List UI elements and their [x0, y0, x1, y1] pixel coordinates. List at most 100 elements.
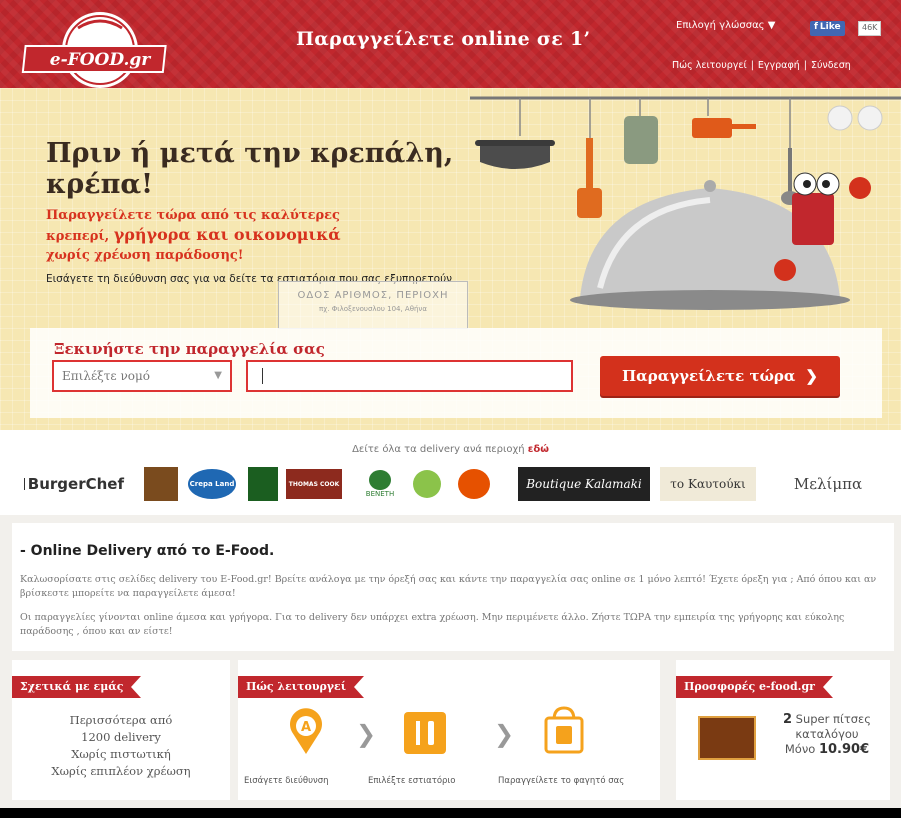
delivery-by-area-link[interactable]: εδώ	[528, 444, 549, 455]
hero-subtitle: Παραγγείλετε τώρα από τις καλύτερες κρεπ…	[46, 206, 406, 265]
hero-subtitle-line: χωρίς χρέωση παράδοσης!	[46, 248, 244, 263]
hero-subtitle-text: κρεπερί,	[46, 229, 114, 244]
pot-icon	[480, 144, 550, 169]
tooltip-format: ΟΔΟΣ ΑΡΙΘΜΟΣ, ΠΕΡΙΟΧΗ	[297, 290, 449, 301]
hero-title: Πριν ή μετά την κρεπάλη, κρέπα!	[46, 138, 466, 200]
hero-title-line: Πριν ή μετά την κρεπάλη,	[46, 138, 454, 169]
intro-section: - Online Delivery από το E-Food. Καλωσορ…	[12, 523, 894, 651]
hero-subtitle-line: κρεπερί, γρήγορα και οικονομικά	[46, 225, 406, 246]
about-line: Χωρίς επιπλέον χρέωση	[51, 764, 191, 778]
order-now-button[interactable]: Παραγγείλετε τώρα ❯	[600, 356, 840, 396]
efood-logo[interactable]: e-FOOD.gr	[20, 4, 180, 92]
chevron-right-icon: ❯	[494, 720, 515, 748]
header: e-FOOD.gr Παραγγείλετε online σε 1’ Επιλ…	[0, 0, 901, 88]
hero-title-line: κρέπα!	[46, 169, 153, 200]
brand-logo-kaftouki[interactable]: το Καυτούκι	[660, 467, 756, 501]
step-label: Επιλέξτε εστιατόριο	[368, 776, 456, 786]
offer-line: 2 Super πίτσες	[772, 712, 882, 727]
how-it-works-panel: Πώς λειτουργεί A ❯ ❯ Εισάγετε διεύθυνση …	[238, 660, 660, 800]
how-it-works-link[interactable]: Πώς λειτουργεί	[672, 60, 747, 71]
intro-title: - Online Delivery από το E-Food.	[20, 543, 275, 559]
about-text: Περισσότερα από 1200 delivery Χωρίς πιστ…	[12, 712, 230, 780]
delivery-by-area: Δείτε όλα τα delivery ανά περιοχή εδώ	[0, 444, 901, 455]
pizza-offer-image[interactable]	[698, 716, 756, 760]
chevron-right-icon: ❯	[805, 367, 818, 385]
brand-logo[interactable]	[410, 467, 444, 501]
about-line: Περισσότερα από	[69, 713, 173, 727]
top-links: Πώς λειτουργεί | Εγγραφή | Σύνδεση	[672, 60, 851, 71]
apple-icon	[827, 105, 853, 131]
hero-subtitle-highlight: γρήγορα και οικονομικά	[113, 225, 341, 244]
link-separator: |	[803, 60, 807, 71]
page: e-FOOD.gr Παραγγείλετε online σε 1’ Επιλ…	[0, 0, 901, 818]
delivery-by-area-text: Δείτε όλα τα delivery ανά περιοχή	[352, 444, 528, 455]
offer-count: 2	[782, 712, 793, 727]
offer-line-text: Μόνο	[784, 742, 819, 756]
svg-text:e-FOOD.gr: e-FOOD.gr	[50, 50, 151, 70]
offers-panel: Προσφορές e-food.gr 2 Super πίτσες καταλ…	[676, 660, 890, 800]
android-icon	[857, 105, 883, 131]
step-label: Παραγγείλετε το φαγητό σας	[498, 776, 625, 786]
link-separator: |	[750, 60, 754, 71]
brand-logo[interactable]	[454, 467, 494, 501]
brand-name: THOMAS COOK	[286, 469, 342, 499]
svg-text:A: A	[301, 720, 311, 735]
offers-title: Προσφορές e-food.gr	[676, 676, 833, 698]
brand-logo-melimpa[interactable]: Μελίμπα	[766, 467, 890, 501]
county-select-value: Επιλέξτε νομό	[62, 369, 150, 383]
header-tagline: Παραγγείλετε online σε 1’	[296, 28, 591, 50]
language-selector[interactable]: Επιλογή γλώσσας ▼	[676, 20, 775, 31]
intro-paragraph: Καλωσορίσατε στις σελίδες delivery του E…	[20, 574, 877, 599]
order-form-label: Ξεκινήστε την παραγγελία σας	[54, 340, 325, 358]
order-form: Ξεκινήστε την παραγγελία σας Επιλέξτε νο…	[30, 328, 882, 418]
bottom-bar	[0, 808, 901, 818]
brand-name: Μελίμπα	[793, 475, 863, 493]
about-panel: Σχετικά με εμάς Περισσότερα από 1200 del…	[12, 660, 230, 800]
order-now-label: Παραγγείλετε τώρα	[622, 367, 796, 385]
mascot-icon	[792, 193, 834, 245]
brand-logo-thomascook[interactable]: THOMAS COOK	[285, 467, 343, 501]
offer-line-text: Super πίτσες	[792, 712, 872, 726]
brand-logo-boutique-kalamaki[interactable]: Boutique Kalamaki	[518, 467, 650, 501]
brands-strip: Δείτε όλα τα delivery ανά περιοχή εδώ Bu…	[0, 430, 901, 515]
brand-logo[interactable]	[248, 467, 278, 501]
offer-line: καταλόγου	[795, 727, 859, 741]
brand-logo-burgerchef[interactable]: BurgerChef	[24, 467, 124, 501]
chevron-right-icon: ❯	[356, 720, 377, 748]
brand-logo-crepaland[interactable]: Crepa Land	[186, 467, 238, 501]
address-input[interactable]	[246, 360, 573, 392]
step-label: Εισάγετε διεύθυνση	[244, 776, 329, 786]
location-pin-icon: A	[290, 708, 322, 754]
brand-logo[interactable]	[144, 467, 178, 501]
shopping-bag-icon	[544, 706, 584, 754]
about-line: Χωρίς πιστωτική	[71, 747, 171, 761]
facebook-like-count: 46K	[858, 21, 882, 36]
tooltip-example: πχ. Φιλοξενουσλου 104, Αθήνα	[319, 305, 427, 313]
login-link[interactable]: Σύνδεση	[811, 60, 851, 71]
brand-name: BENETH	[365, 490, 395, 498]
hero-subtitle-line: Παραγγείλετε τώρα από τις καλύτερες	[46, 208, 340, 223]
brand-name: Boutique Kalamaki	[526, 477, 642, 491]
how-it-works-title: Πώς λειτουργεί	[238, 676, 365, 698]
brand-name: το Καυτούκι	[670, 477, 746, 491]
hero: Πριν ή μετά την κρεπάλη, κρέπα! Παραγγεί…	[0, 88, 901, 430]
intro-paragraph: Οι παραγγελίες γίνονται online άμεσα και…	[20, 612, 845, 637]
cutlery-icon	[404, 712, 446, 754]
brand-name: BurgerChef	[27, 475, 124, 493]
kitchen-illustration	[470, 96, 901, 310]
county-select[interactable]: Επιλέξτε νομό ▼	[52, 360, 232, 392]
register-link[interactable]: Εγγραφή	[758, 60, 800, 71]
fb-like-label: Like	[819, 22, 841, 32]
offer-line: Μόνο 10.90€	[772, 742, 882, 757]
brand-logo-beneth[interactable]: BENETH	[358, 467, 402, 501]
facebook-like-button[interactable]: f Like	[810, 21, 845, 36]
brand-name: Crepa Land	[188, 469, 236, 499]
about-line: 1200 delivery	[81, 730, 161, 744]
about-title: Σχετικά με εμάς	[12, 676, 142, 698]
text-caret	[262, 368, 263, 384]
address-format-tooltip: ΟΔΟΣ ΑΡΙΘΜΟΣ, ΠΕΡΙΟΧΗ πχ. Φιλοξενουσλου …	[278, 281, 468, 329]
facebook-icon: f	[814, 22, 818, 32]
chevron-down-icon: ▼	[214, 370, 222, 381]
offer-text[interactable]: 2 Super πίτσες καταλόγου Μόνο 10.90€	[772, 712, 882, 757]
offer-price: 10.90€	[818, 742, 870, 757]
